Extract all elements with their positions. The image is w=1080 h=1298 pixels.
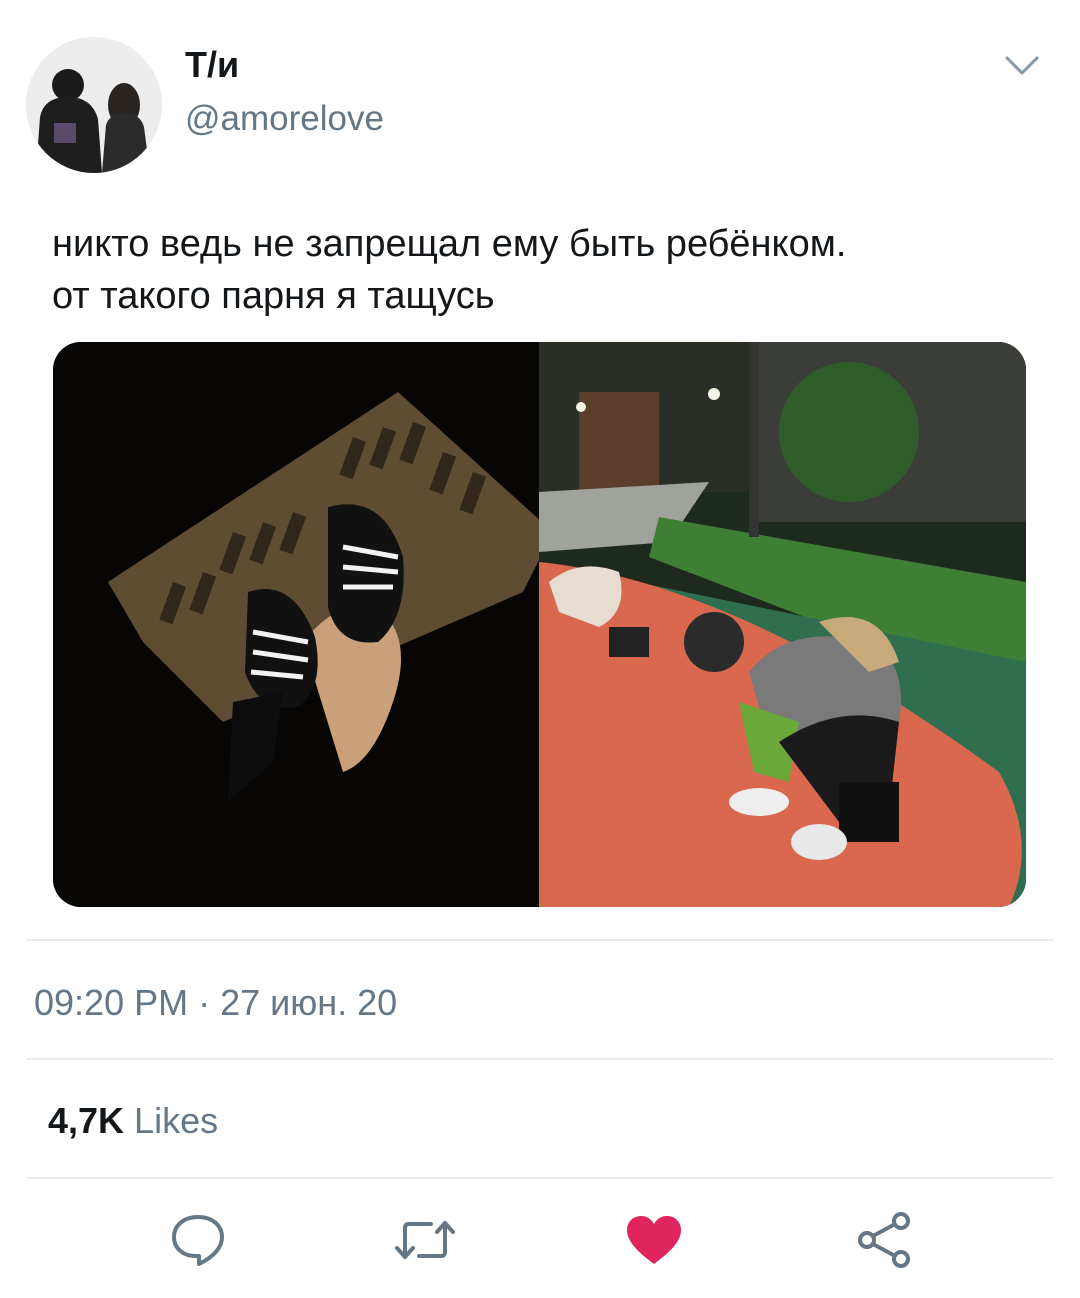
media-photo-playground[interactable] <box>539 342 1026 907</box>
likes-stat[interactable]: 4,7K Likes <box>48 1100 218 1142</box>
retweet-button[interactable] <box>393 1210 457 1274</box>
likes-label: Likes <box>134 1100 219 1141</box>
tweet-text-line: от такого парня я тащусь <box>52 275 495 317</box>
action-bar <box>0 1210 1080 1280</box>
avatar[interactable] <box>26 37 162 173</box>
timestamp-separator: · <box>188 982 221 1023</box>
reply-button[interactable] <box>166 1210 230 1274</box>
reply-icon <box>169 1212 227 1273</box>
heart-icon <box>625 1214 683 1271</box>
media-photo-sneakers[interactable] <box>53 342 553 907</box>
divider <box>26 1177 1054 1179</box>
display-name[interactable]: Т/и <box>185 44 239 86</box>
divider <box>26 1058 1054 1060</box>
tweet-time: 09:20 PM <box>34 982 189 1023</box>
user-handle[interactable]: @amorelove <box>185 99 384 139</box>
chevron-down-icon[interactable] <box>1004 54 1040 78</box>
tweet-text-line: никто ведь не запрещал ему быть ребёнком… <box>52 223 847 265</box>
share-icon <box>855 1211 913 1274</box>
likes-count: 4,7K <box>48 1100 125 1141</box>
tweet-date: 27 июн. 20 <box>220 982 398 1023</box>
retweet-icon <box>393 1216 457 1269</box>
like-button[interactable] <box>622 1210 686 1274</box>
timestamp[interactable]: 09:20 PM · 27 июн. 20 <box>34 982 397 1024</box>
tweet-text: никто ведь не запрещал ему быть ребёнком… <box>52 218 1042 322</box>
divider <box>26 939 1054 941</box>
share-button[interactable] <box>852 1210 916 1274</box>
tweet-media[interactable] <box>53 342 1026 907</box>
